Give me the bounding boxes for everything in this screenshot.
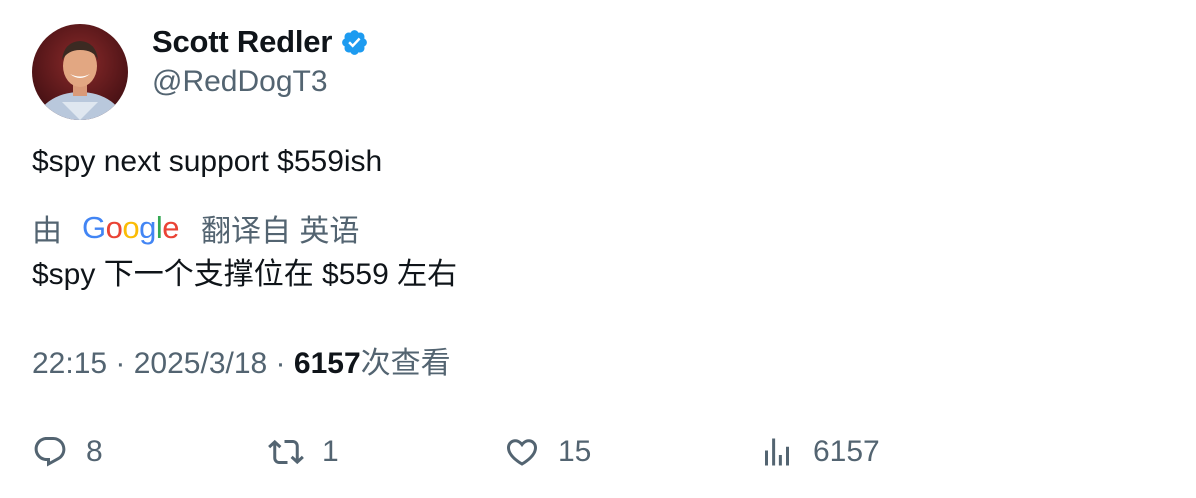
avatar[interactable]	[32, 24, 128, 120]
like-count: 15	[558, 435, 592, 468]
retweet-count: 1	[322, 435, 339, 468]
verified-badge-icon[interactable]	[340, 28, 369, 57]
views-button[interactable]: 6157	[759, 430, 880, 474]
like-button[interactable]: 15	[504, 430, 591, 474]
heart-icon	[504, 434, 540, 470]
views-action-count: 6157	[813, 435, 880, 468]
tweet-meta: 22:15 · 2025/3/18 · 6157次查看	[32, 343, 451, 385]
meta-separator: ·	[267, 347, 294, 380]
google-logo: Google	[82, 210, 180, 245]
reply-button[interactable]: 8	[32, 430, 103, 474]
reply-count: 8	[86, 435, 103, 468]
reply-icon	[32, 434, 68, 470]
views-count: 6157	[293, 347, 361, 380]
bar-chart-icon	[759, 434, 795, 470]
translation-attribution[interactable]: 由 Google 翻译自 英语	[32, 206, 359, 250]
translated-by-label: 由	[32, 215, 62, 248]
action-bar: 8 1 15 6157	[32, 430, 1172, 474]
author-header: Scott Redler	[152, 22, 369, 62]
translated-from-label: 翻译自 英语	[201, 215, 360, 248]
tweet-text: $spy next support $559ish	[32, 145, 383, 178]
meta-separator: ·	[107, 347, 134, 380]
avatar-image	[32, 24, 128, 120]
author-handle[interactable]: @RedDogT3	[152, 62, 328, 102]
views-label: 次查看	[360, 347, 451, 380]
translated-text: $spy 下一个支撑位在 $559 左右	[32, 258, 458, 291]
tweet-date[interactable]: 2025/3/18	[134, 347, 267, 380]
retweet-button[interactable]: 1	[268, 430, 339, 474]
retweet-icon	[268, 434, 304, 470]
tweet-time[interactable]: 22:15	[32, 347, 107, 380]
author-name[interactable]: Scott Redler	[152, 24, 332, 60]
